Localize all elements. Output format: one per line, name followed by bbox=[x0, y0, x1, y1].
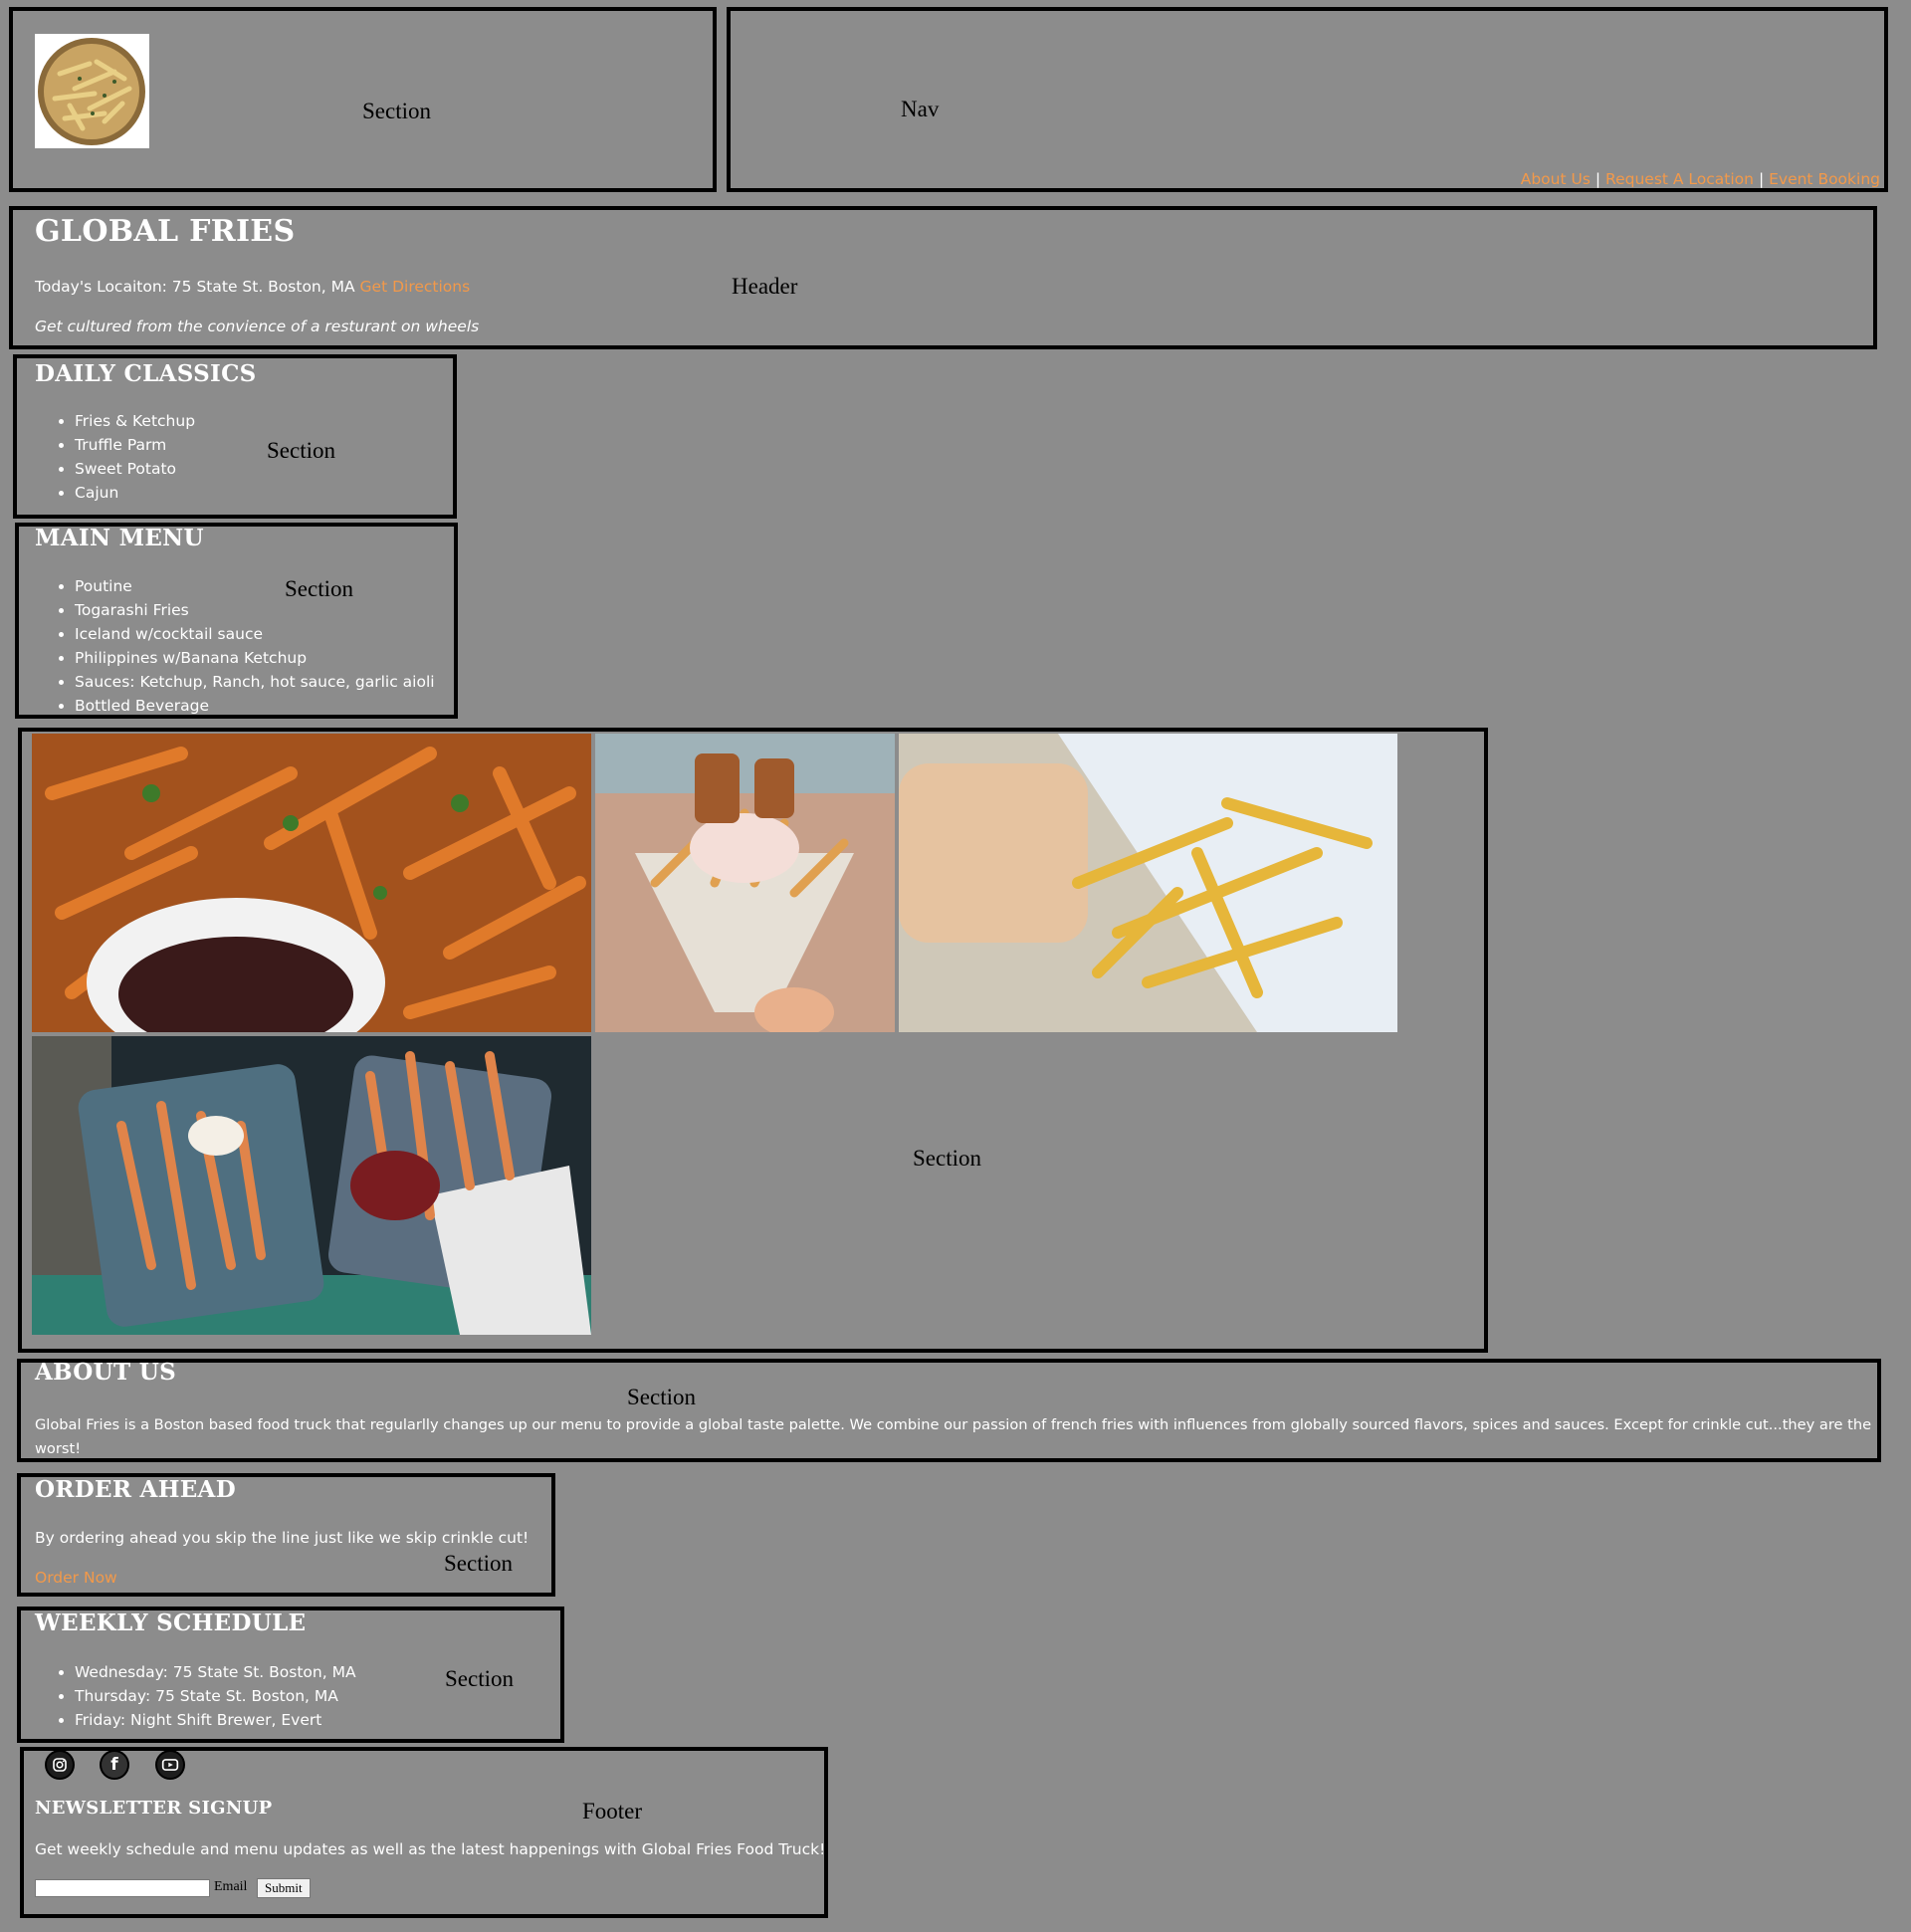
list-item: Wednesday: 75 State St. Boston, MA bbox=[75, 1660, 356, 1684]
list-item: Bottled Beverage bbox=[75, 694, 435, 718]
nav: Nav About Us | Request A Location | Even… bbox=[727, 7, 1888, 192]
weekly-schedule-section: WEEKLY SCHEDULE Wednesday: 75 State St. … bbox=[17, 1607, 564, 1743]
daily-classics-section: DAILY CLASSICS Fries & Ketchup Truffle P… bbox=[13, 354, 457, 519]
weekly-schedule-list: Wednesday: 75 State St. Boston, MA Thurs… bbox=[35, 1660, 356, 1732]
list-item: Iceland w/cocktail sauce bbox=[75, 622, 435, 646]
list-item: Cajun bbox=[75, 481, 195, 505]
order-ahead-text: By ordering ahead you skip the line just… bbox=[35, 1529, 530, 1547]
about-text-line2: worst! bbox=[35, 1440, 82, 1457]
about-title: ABOUT US bbox=[35, 1359, 176, 1386]
daily-classics-list: Fries & Ketchup Truffle Parm Sweet Potat… bbox=[35, 409, 195, 505]
section-label: Section bbox=[362, 99, 431, 123]
section-label: Section bbox=[913, 1146, 981, 1171]
email-label: Email bbox=[214, 1879, 248, 1894]
daily-classics-title: DAILY CLASSICS bbox=[35, 360, 257, 387]
order-ahead-title: ORDER AHEAD bbox=[35, 1476, 236, 1503]
site-title: GLOBAL FRIES bbox=[35, 214, 296, 249]
facebook-icon[interactable]: f bbox=[100, 1750, 129, 1780]
tagline: Get cultured from the convience of a res… bbox=[35, 318, 480, 335]
list-item: Thursday: 75 State St. Boston, MA bbox=[75, 1684, 356, 1708]
fries-trays-photo bbox=[32, 1036, 591, 1335]
newsletter-text: Get weekly schedule and menu updates as … bbox=[35, 1840, 826, 1858]
header-label: Header bbox=[732, 274, 798, 299]
section-label: Section bbox=[444, 1551, 513, 1576]
gallery-section: Section bbox=[18, 728, 1488, 1353]
section-label: Section bbox=[445, 1666, 514, 1691]
footer: f NEWSLETTER SIGNUP Footer Get weekly sc… bbox=[20, 1747, 828, 1918]
sweet-potato-fries-photo bbox=[32, 734, 591, 1032]
list-item: Truffle Parm bbox=[75, 433, 195, 457]
top-section: Section bbox=[9, 7, 717, 192]
location-line: Today's Locaiton: 75 State St. Boston, M… bbox=[35, 278, 470, 296]
main-menu-list: Poutine Togarashi Fries Iceland w/cockta… bbox=[35, 574, 435, 718]
section-label: Section bbox=[267, 438, 335, 463]
section-label: Section bbox=[285, 576, 353, 601]
youtube-icon[interactable] bbox=[155, 1750, 185, 1780]
nav-label: Nav bbox=[901, 97, 940, 121]
location-text: Today's Locaiton: 75 State St. Boston, M… bbox=[35, 278, 355, 296]
instagram-icon[interactable] bbox=[45, 1750, 75, 1780]
get-directions-link[interactable]: Get Directions bbox=[360, 278, 471, 296]
order-now-link[interactable]: Order Now bbox=[35, 1569, 117, 1587]
email-field[interactable] bbox=[35, 1879, 210, 1897]
nav-separator: | bbox=[1758, 170, 1765, 188]
fries-bag-photo bbox=[899, 734, 1397, 1032]
header: GLOBAL FRIES Today's Locaiton: 75 State … bbox=[9, 206, 1877, 349]
list-item: Friday: Night Shift Brewer, Evert bbox=[75, 1708, 356, 1732]
order-ahead-section: ORDER AHEAD By ordering ahead you skip t… bbox=[17, 1473, 555, 1597]
list-item: Sweet Potato bbox=[75, 457, 195, 481]
weekly-schedule-title: WEEKLY SCHEDULE bbox=[35, 1610, 307, 1636]
list-item: Fries & Ketchup bbox=[75, 409, 195, 433]
footer-label: Footer bbox=[582, 1799, 643, 1824]
nav-link-event-booking[interactable]: Event Booking bbox=[1769, 170, 1880, 188]
fries-logo bbox=[35, 34, 149, 148]
nav-separator: | bbox=[1594, 170, 1601, 188]
nav-link-request-location[interactable]: Request A Location bbox=[1605, 170, 1754, 188]
list-item: Poutine bbox=[75, 574, 435, 598]
list-item: Togarashi Fries bbox=[75, 598, 435, 622]
nav-links: About Us | Request A Location | Event Bo… bbox=[1521, 170, 1880, 188]
list-item: Sauces: Ketchup, Ranch, hot sauce, garli… bbox=[75, 670, 435, 694]
newsletter-title: NEWSLETTER SIGNUP bbox=[35, 1798, 273, 1819]
main-menu-title: MAIN MENU bbox=[35, 525, 204, 551]
submit-button[interactable]: Submit bbox=[257, 1878, 311, 1898]
about-text-line1: Global Fries is a Boston based food truc… bbox=[35, 1416, 1872, 1433]
nav-link-about-us[interactable]: About Us bbox=[1521, 170, 1591, 188]
list-item: Philippines w/Banana Ketchup bbox=[75, 646, 435, 670]
about-section: ABOUT US Section Global Fries is a Bosto… bbox=[17, 1359, 1881, 1462]
main-menu-section: MAIN MENU Poutine Togarashi Fries Icelan… bbox=[15, 523, 458, 719]
section-label: Section bbox=[627, 1385, 696, 1409]
fries-cone-photo bbox=[595, 734, 895, 1032]
